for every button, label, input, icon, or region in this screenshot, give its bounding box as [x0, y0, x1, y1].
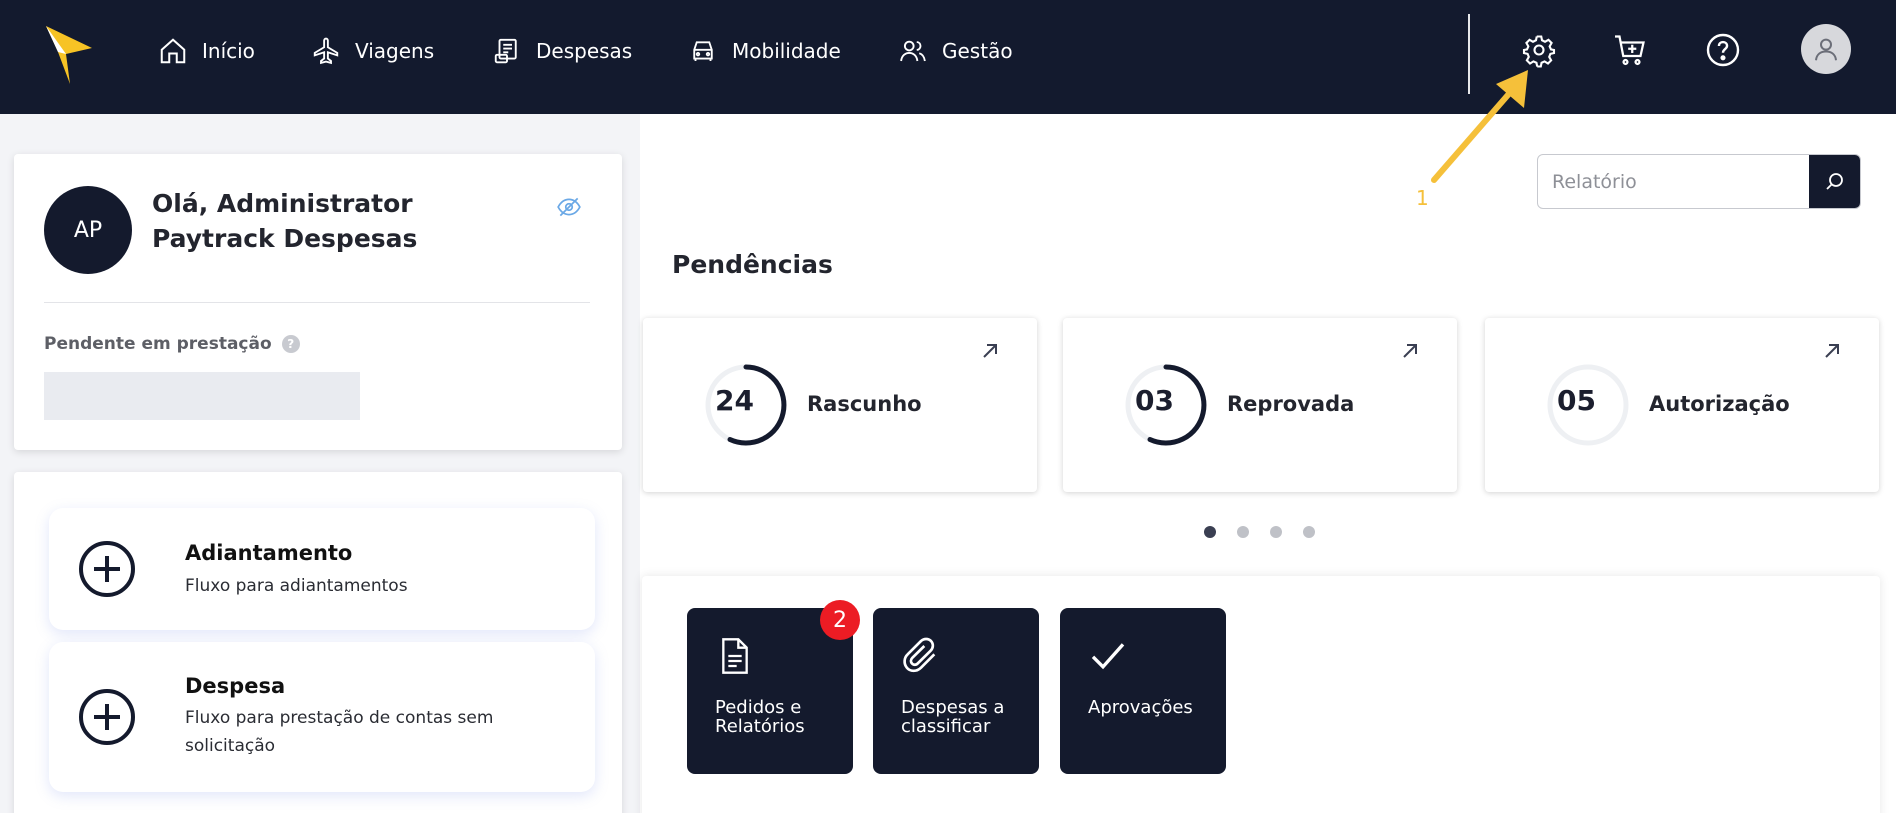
pendencias-title: Pendências [672, 250, 833, 279]
nav-label: Gestão [942, 39, 1013, 63]
notification-badge: 2 [820, 600, 860, 640]
despesa-card[interactable]: Despesa Fluxo para prestação de contas s… [49, 642, 595, 792]
paytrack-logo-icon[interactable] [46, 26, 92, 84]
tile-aprovacoes[interactable]: Aprovações [1060, 608, 1226, 774]
cart-add-button[interactable] [1612, 32, 1648, 68]
eye-off-icon[interactable] [556, 194, 582, 220]
carousel-dot[interactable] [1237, 526, 1249, 538]
paperclip-icon [903, 637, 936, 673]
carousel-dot[interactable] [1303, 526, 1315, 538]
document-icon [722, 638, 748, 674]
tile-despesas-classificar[interactable]: Despesas a classificar [873, 608, 1039, 774]
tile-label: Aprovações [1088, 697, 1193, 718]
tile-label: Despesas a classificar [901, 697, 1005, 737]
pending-value-placeholder [44, 372, 360, 420]
nav-despesas[interactable]: Despesas [492, 36, 632, 66]
pendencia-card-autorizacao[interactable]: 05 Autorização [1485, 318, 1879, 492]
nav-viagens[interactable]: Viagens [311, 36, 434, 66]
nav-gestao[interactable]: Gestão [898, 36, 1013, 66]
arrow-up-right-icon [1403, 344, 1417, 358]
pendencia-label: Rascunho [807, 392, 922, 416]
tile-label: Pedidos e Relatórios [715, 697, 805, 737]
user-avatar-button[interactable] [1801, 24, 1851, 74]
carousel-dot[interactable] [1270, 526, 1282, 538]
question-circle-icon [1706, 33, 1740, 67]
top-navigation-bar: Início Viagens Despesas Mobilidade Gestã… [0, 0, 1896, 114]
action-title: Adiantamento [185, 541, 353, 565]
nav-label: Mobilidade [732, 39, 841, 63]
nav-label: Início [202, 39, 255, 63]
pendencia-card-reprovada[interactable]: 03 Reprovada [1063, 318, 1457, 492]
pendencia-label: Autorização [1649, 392, 1790, 416]
pendencia-count: 24 [715, 384, 754, 417]
plus-circle-icon [79, 541, 135, 597]
profile-card: AP Olá, Administrator Paytrack Despesas … [14, 154, 622, 450]
receipt-icon [494, 38, 517, 64]
home-icon [160, 38, 186, 64]
users-icon [900, 40, 926, 62]
arrow-up-right-icon [1825, 344, 1839, 358]
annotation-number: 1 [1416, 186, 1429, 210]
arrow-up-right-icon [983, 344, 997, 358]
annotation-arrow [1431, 70, 1528, 183]
pendencia-label: Reprovada [1227, 392, 1355, 416]
carousel-pagination [1204, 526, 1336, 538]
greeting-text: Olá, Administrator Paytrack Despesas [152, 189, 418, 253]
actions-panel: Adiantamento Fluxo para adiantamentos De… [14, 472, 622, 813]
profile-avatar: AP [44, 186, 132, 274]
pending-label-text: Pendente em prestação [44, 334, 272, 354]
nav-mobilidade[interactable]: Mobilidade [688, 36, 841, 66]
nav-label: Despesas [536, 39, 633, 63]
report-search-input[interactable] [1538, 155, 1809, 208]
report-search [1537, 154, 1861, 209]
cart-plus-icon [1615, 35, 1645, 66]
user-icon [1815, 38, 1837, 61]
nav-inicio[interactable]: Início [158, 36, 255, 66]
help-button[interactable] [1705, 32, 1741, 68]
action-title: Despesa [185, 674, 286, 698]
help-icon[interactable]: ? [281, 335, 300, 353]
plus-circle-icon [79, 689, 135, 745]
pendencia-count: 05 [1557, 384, 1596, 417]
adiantamento-card[interactable]: Adiantamento Fluxo para adiantamentos [49, 508, 595, 630]
search-button[interactable] [1809, 155, 1860, 208]
airplane-icon [313, 37, 339, 65]
search-icon [1825, 172, 1843, 190]
nav-label: Viagens [355, 39, 435, 63]
pendencia-count: 03 [1135, 384, 1174, 417]
car-icon [693, 41, 713, 61]
action-description: Fluxo para adiantamentos [185, 576, 408, 596]
checkmark-icon [1091, 643, 1125, 670]
pending-label: Pendente em prestação ? [44, 334, 300, 354]
profile-divider [44, 302, 590, 303]
carousel-dot[interactable] [1204, 526, 1216, 538]
action-description: Fluxo para prestação de contas sem solic… [185, 708, 494, 756]
pendencia-card-rascunho[interactable]: 24 Rascunho [643, 318, 1037, 492]
